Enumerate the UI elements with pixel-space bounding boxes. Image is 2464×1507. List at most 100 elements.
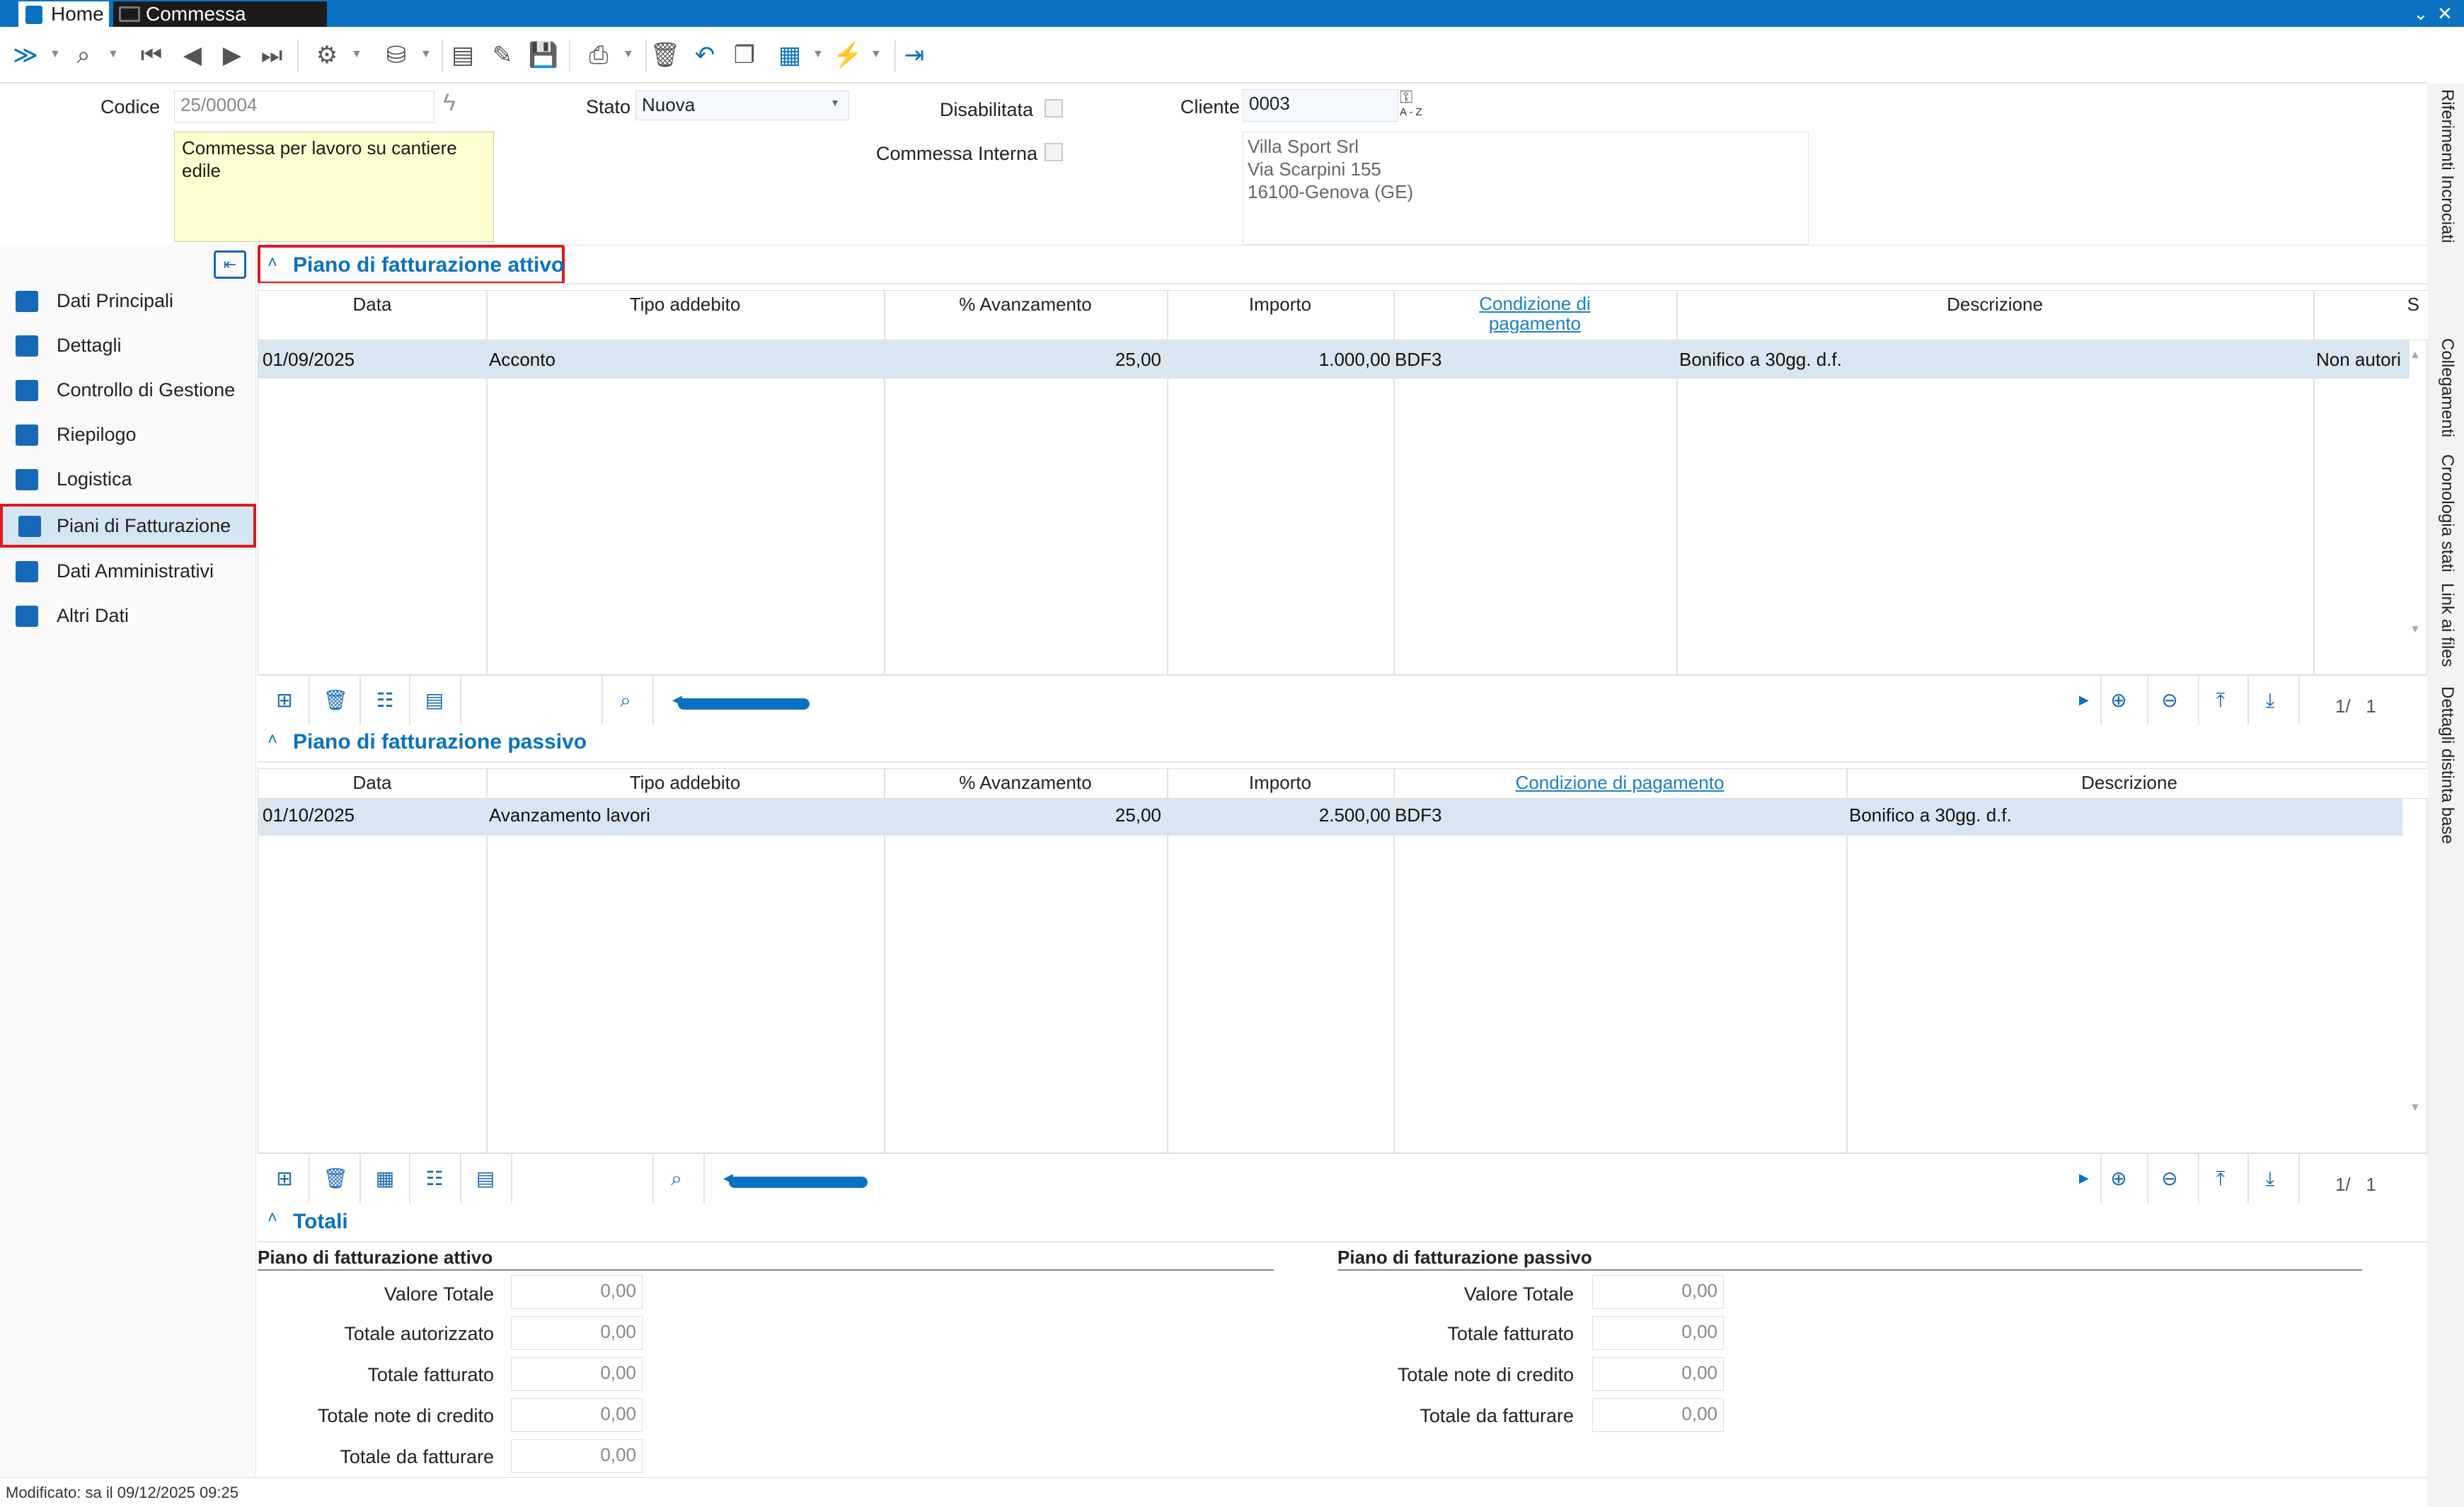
column-header-importo[interactable]: Importo (1167, 772, 1393, 794)
passivo-totale-fatturato-field[interactable]: 0,00 (1592, 1316, 1724, 1350)
table-view-icon[interactable]: ▦ (372, 1166, 398, 1191)
filter-dropdown-icon[interactable]: ▼ (351, 48, 362, 61)
column-header-avanzamento[interactable]: % Avanzamento (884, 772, 1167, 794)
tab-link-ai-files[interactable]: Link ai files (2437, 583, 2457, 667)
disabilitata-checkbox[interactable] (1044, 99, 1063, 117)
database-dropdown-icon[interactable]: ▼ (420, 48, 432, 61)
report-dropdown-icon[interactable]: ▼ (812, 48, 824, 61)
column-header-condizione-pagamento[interactable]: Condizione di pagamento (1393, 294, 1676, 333)
scroll-right-icon[interactable]: ▶ (2079, 1171, 2089, 1186)
scroll-down-icon[interactable]: ▼ (2410, 1102, 2421, 1114)
copy-icon[interactable]: ❐ (729, 40, 760, 71)
cliente-field[interactable]: 0003 (1243, 89, 1398, 122)
totale-note-credito-field[interactable]: 0,00 (511, 1398, 643, 1432)
grid-view-icon[interactable]: ▤ (473, 1166, 498, 1191)
zoom-out-icon[interactable]: ⊖ (2157, 688, 2182, 713)
tab-collegamenti[interactable]: Collegamenti (2437, 338, 2457, 437)
first-record-icon[interactable]: ⏮ (136, 40, 167, 71)
search-icon[interactable]: ⌕ (68, 40, 99, 71)
search-icon[interactable]: ⌕ (613, 688, 638, 713)
tab-cronologia-stati[interactable]: Cronologia stati (2437, 454, 2457, 572)
sidebar-item-dettagli[interactable]: Dettagli (0, 323, 256, 367)
add-row-icon[interactable]: ⊞ (272, 1166, 297, 1191)
zoom-out-icon[interactable]: ⊖ (2157, 1166, 2182, 1191)
column-header-avanzamento[interactable]: % Avanzamento (884, 294, 1167, 316)
edit-icon[interactable]: ✎ (487, 40, 518, 71)
list-details-icon[interactable]: ☷ (372, 688, 398, 713)
column-header-stato[interactable]: S (2313, 294, 2419, 316)
last-page-icon[interactable]: ⤓ (2257, 688, 2283, 713)
sidebar-item-riepilogo[interactable]: Riepilogo (0, 412, 256, 456)
totale-fatturato-field[interactable]: 0,00 (511, 1357, 643, 1391)
delete-row-icon[interactable]: 🗑 (323, 688, 348, 713)
delete-row-icon[interactable]: 🗑 (323, 1166, 348, 1191)
add-row-icon[interactable]: ⊞ (272, 688, 297, 713)
scroll-right-icon[interactable]: ▶ (2079, 693, 2089, 708)
previous-record-icon[interactable]: ◀ (177, 40, 208, 71)
actions-dropdown-icon[interactable]: ▼ (870, 48, 882, 61)
exit-icon[interactable]: ⇥ (899, 40, 930, 71)
description-textarea[interactable]: Commessa per lavoro su cantiere edile (174, 132, 494, 242)
horizontal-scrollbar[interactable] (729, 1177, 868, 1188)
search-dropdown-icon[interactable]: ▼ (108, 48, 119, 61)
search-icon[interactable]: ⌕ (664, 1166, 689, 1191)
tab-riferimenti-incrociati[interactable]: Riferimenti Incrociati (2437, 89, 2457, 243)
totale-autorizzato-field[interactable]: 0,00 (511, 1316, 643, 1350)
sidebar-item-piani-di-fatturazione[interactable]: Piani di Fatturazione (0, 504, 256, 548)
sidebar-item-dati-principali[interactable]: Dati Principali (0, 279, 256, 323)
column-header-data[interactable]: Data (258, 772, 486, 794)
column-header-descrizione[interactable]: Descrizione (1676, 294, 2313, 316)
delete-icon[interactable]: 🗑 (650, 40, 681, 71)
collapse-sidebar-icon[interactable]: ⇤ (214, 250, 246, 279)
totale-da-fatturare-field[interactable]: 0,00 (511, 1439, 643, 1473)
column-header-data[interactable]: Data (258, 294, 486, 316)
expand-dropdown-icon[interactable]: ▼ (50, 48, 61, 61)
tab-home[interactable]: Home (18, 1, 109, 27)
column-header-condizione-pagamento[interactable]: Condizione di pagamento (1393, 772, 1846, 794)
zoom-in-icon[interactable]: ⊕ (2106, 688, 2131, 713)
last-page-icon[interactable]: ⤓ (2257, 1166, 2283, 1191)
commessa-interna-checkbox[interactable] (1044, 143, 1063, 161)
next-record-icon[interactable]: ▶ (217, 40, 248, 71)
valore-totale-field[interactable]: 0,00 (511, 1275, 643, 1309)
sidebar-item-controllo-di-gestione[interactable]: Controllo di Gestione (0, 368, 256, 412)
collapse-chevron-icon[interactable]: ˄ (267, 1208, 277, 1228)
zoom-in-icon[interactable]: ⊕ (2106, 1166, 2131, 1191)
print-icon[interactable]: ⎙ (583, 40, 614, 71)
column-header-descrizione[interactable]: Descrizione (1846, 772, 2412, 794)
new-document-icon[interactable]: ▤ (447, 40, 478, 71)
lightning-icon[interactable]: ϟ (443, 89, 456, 117)
column-header-tipo-addebito[interactable]: Tipo addebito (486, 772, 884, 794)
sidebar-item-altri-dati[interactable]: Altri Dati (0, 594, 256, 637)
scroll-down-icon[interactable]: ▼ (2410, 623, 2421, 636)
last-record-icon[interactable]: ⏭ (256, 40, 287, 71)
column-header-tipo-addebito[interactable]: Tipo addebito (486, 294, 884, 316)
sidebar-item-logistica[interactable]: Logistica (0, 457, 256, 501)
grid-view-icon[interactable]: ▤ (422, 688, 447, 713)
minimize-icon[interactable]: ⌄ (2413, 0, 2429, 27)
collapse-chevron-icon[interactable]: ˄ (267, 730, 277, 750)
column-header-importo[interactable]: Importo (1167, 294, 1393, 316)
stato-select[interactable]: Nuova ▼ (635, 91, 849, 120)
sidebar-item-dati-amministrativi[interactable]: Dati Amministrativi (0, 549, 256, 593)
filter-icon[interactable]: ⚙ (311, 40, 342, 71)
undo-icon[interactable]: ↶ (689, 40, 720, 71)
print-dropdown-icon[interactable]: ▼ (623, 48, 634, 61)
passivo-totale-note-credito-field[interactable]: 0,00 (1592, 1357, 1724, 1391)
tab-commessa-standard[interactable]: Commessa Standard (113, 1, 327, 50)
key-search-icon[interactable]: ⚿ A - Z (1398, 86, 1429, 122)
passivo-totale-da-fatturare-field[interactable]: 0,00 (1592, 1398, 1724, 1432)
actions-icon[interactable]: ⚡ (832, 40, 863, 71)
save-icon[interactable]: 💾 (528, 40, 559, 71)
first-page-icon[interactable]: ⤒ (2208, 688, 2233, 713)
tab-dettagli-distinta-base[interactable]: Dettagli distinta base (2437, 686, 2457, 844)
list-details-icon[interactable]: ☷ (422, 1166, 447, 1191)
first-page-icon[interactable]: ⤒ (2208, 1166, 2233, 1191)
close-icon[interactable]: ✕ (2437, 0, 2453, 27)
codice-field[interactable]: 25/00004 (174, 91, 434, 123)
report-icon[interactable]: ▦ (774, 40, 805, 71)
collapse-chevron-icon[interactable]: ˄ (267, 253, 277, 273)
horizontal-scrollbar[interactable] (678, 698, 810, 710)
scroll-up-icon[interactable]: ▲ (2410, 349, 2421, 362)
passivo-valore-totale-field[interactable]: 0,00 (1592, 1275, 1724, 1309)
